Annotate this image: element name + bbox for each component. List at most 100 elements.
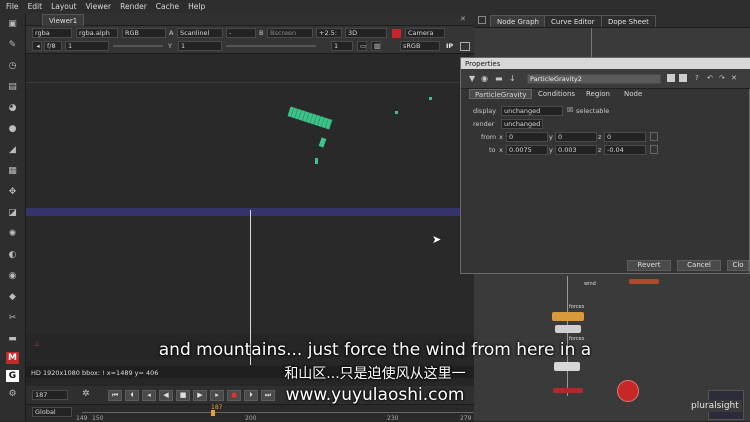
from-y-field[interactable]: 0 [555, 132, 597, 142]
to-z-label: z [598, 146, 602, 154]
color-icon[interactable]: ◕ [6, 102, 19, 114]
gamma-field[interactable]: 1 [178, 41, 222, 51]
timeline-ruler[interactable] [82, 407, 474, 413]
filter-icon[interactable]: ● [6, 123, 19, 135]
minimize-icon[interactable]: ▬ [495, 74, 503, 83]
from-label: from [481, 133, 497, 141]
wind-label: wind [584, 281, 596, 287]
node-name-field[interactable]: ParticleGravity2 [527, 74, 661, 84]
cancel-button[interactable]: Cancel [677, 260, 721, 271]
mouse-cursor-icon: ➤ [432, 233, 442, 246]
frame-field[interactable]: 1 [331, 41, 353, 51]
display-select[interactable]: unchanged [501, 106, 563, 116]
undo-icon[interactable]: ↶ [707, 74, 713, 82]
tab-region[interactable]: Region [581, 89, 615, 99]
3d-icon[interactable]: ◪ [6, 207, 19, 219]
pane-menu-icon[interactable] [478, 16, 486, 24]
help-icon[interactable]: ? [695, 74, 699, 82]
channel-icon[interactable]: ▤ [6, 81, 19, 93]
metadata-icon[interactable]: ◆ [6, 291, 19, 303]
color-swatch-icon[interactable] [667, 74, 675, 82]
layer-select[interactable]: rgba.alph [76, 28, 118, 38]
camera-select[interactable]: Camera [405, 28, 445, 38]
view-mode-select[interactable]: 3D [345, 28, 387, 38]
colorspace-select[interactable]: sRGB [400, 41, 440, 51]
time-icon[interactable]: ◷ [6, 60, 19, 72]
render-select[interactable]: unchanged [501, 119, 543, 129]
deep-icon[interactable]: ◐ [6, 249, 19, 261]
menu-help[interactable]: Help [188, 2, 205, 11]
fstop-toggle-icon[interactable]: ◂ [32, 41, 42, 51]
to-label: to [489, 146, 496, 154]
animation-menu-icon[interactable] [650, 145, 658, 154]
menu-file[interactable]: File [6, 2, 19, 11]
subtitle-url: www.yuyulaoshi.com [285, 385, 465, 405]
gain-slider[interactable] [113, 45, 163, 47]
selectable-checkbox[interactable]: ☒ [567, 106, 573, 114]
clip-icon[interactable]: ▨ [371, 41, 381, 51]
particle-node[interactable] [552, 312, 584, 321]
tab-curve-editor[interactable]: Curve Editor [544, 15, 602, 27]
menu-layout[interactable]: Layout [51, 2, 77, 11]
tab-particlegravity[interactable]: ParticleGravity [469, 89, 533, 99]
pin-icon[interactable]: ↓ [509, 74, 516, 83]
menu-bar: File Edit Layout Viewer Render Cache Hel… [0, 0, 750, 13]
revert-button[interactable]: Revert [627, 260, 671, 271]
roi-icon[interactable]: ▭ [357, 41, 367, 51]
to-y-field[interactable]: 0.003 [555, 145, 597, 155]
gamma-slider[interactable] [226, 45, 316, 47]
fstop-field[interactable]: f/8 [44, 41, 62, 51]
wind-node[interactable] [629, 279, 659, 284]
to-z-field[interactable]: -0.04 [604, 145, 646, 155]
b-input-select[interactable]: Bscreen [267, 28, 313, 38]
channels-select[interactable]: rgba [32, 28, 72, 38]
to-x-field[interactable]: 0.0075 [506, 145, 548, 155]
tab-node[interactable]: Node [619, 89, 647, 99]
composite-select[interactable]: - [226, 28, 256, 38]
redo-icon[interactable]: ↷ [719, 74, 725, 82]
properties-title: Properties [461, 58, 750, 69]
keyer-icon[interactable]: ◢ [6, 144, 19, 156]
menu-cache[interactable]: Cache [156, 2, 179, 11]
animation-menu-icon[interactable] [650, 132, 658, 141]
viewer-settings-icon[interactable] [460, 42, 470, 51]
tab-dope-sheet[interactable]: Dope Sheet [601, 15, 656, 27]
tab-viewer1[interactable]: Viewer1 [42, 14, 85, 26]
gain-field[interactable]: 1 [65, 41, 109, 51]
zoom-select[interactable]: +2.5: [316, 28, 342, 38]
tab-conditions[interactable]: Conditions [533, 89, 580, 99]
menu-edit[interactable]: Edit [28, 2, 43, 11]
close-button[interactable]: Clo [727, 260, 749, 271]
subtitle-english: and mountains... just force the wind fro… [158, 340, 592, 360]
timeline[interactable]: Global 187 149 150 200 230 279 [26, 404, 474, 422]
merge-icon[interactable]: ▦ [6, 165, 19, 177]
pane-close-icon[interactable]: ✕ [460, 15, 466, 23]
views-icon[interactable]: ◉ [6, 270, 19, 282]
playhead[interactable] [211, 410, 215, 416]
subtitle-chinese: 和山区...只是迫使风从这里一 [284, 366, 466, 382]
color-swatch-icon[interactable] [679, 74, 687, 82]
menu-viewer[interactable]: Viewer [86, 2, 112, 11]
camera-lock-icon[interactable] [392, 29, 401, 38]
tab-node-graph[interactable]: Node Graph [490, 15, 546, 27]
particle-node[interactable] [555, 325, 581, 333]
viewport-bbox-line [26, 82, 474, 83]
collapse-icon[interactable]: ▼ [469, 74, 475, 83]
range-mode-select[interactable]: Global [32, 407, 72, 417]
transform-icon[interactable]: ✥ [6, 186, 19, 198]
image-icon[interactable]: ▣ [6, 18, 19, 30]
input-process-toggle[interactable]: IP [446, 41, 453, 51]
draw-icon[interactable]: ✎ [6, 39, 19, 51]
properties-panel: Properties ▼ ◉ ▬ ↓ ParticleGravity2 ? ↶ … [460, 57, 750, 274]
viewer-controls: rgba rgba.alph RGB A Scanlinel - B Bscre… [26, 26, 474, 54]
particle-dot [429, 97, 432, 100]
close-icon[interactable]: ✕ [731, 74, 737, 82]
particles-icon[interactable]: ✺ [6, 228, 19, 240]
a-input-select[interactable]: Scanlinel [177, 28, 223, 38]
toolsets-icon[interactable]: ✂ [6, 312, 19, 324]
display-select[interactable]: RGB [122, 28, 166, 38]
from-x-field[interactable]: 0 [506, 132, 548, 142]
menu-render[interactable]: Render [120, 2, 147, 11]
float-icon[interactable]: ◉ [481, 74, 488, 83]
from-z-field[interactable]: 0 [604, 132, 646, 142]
